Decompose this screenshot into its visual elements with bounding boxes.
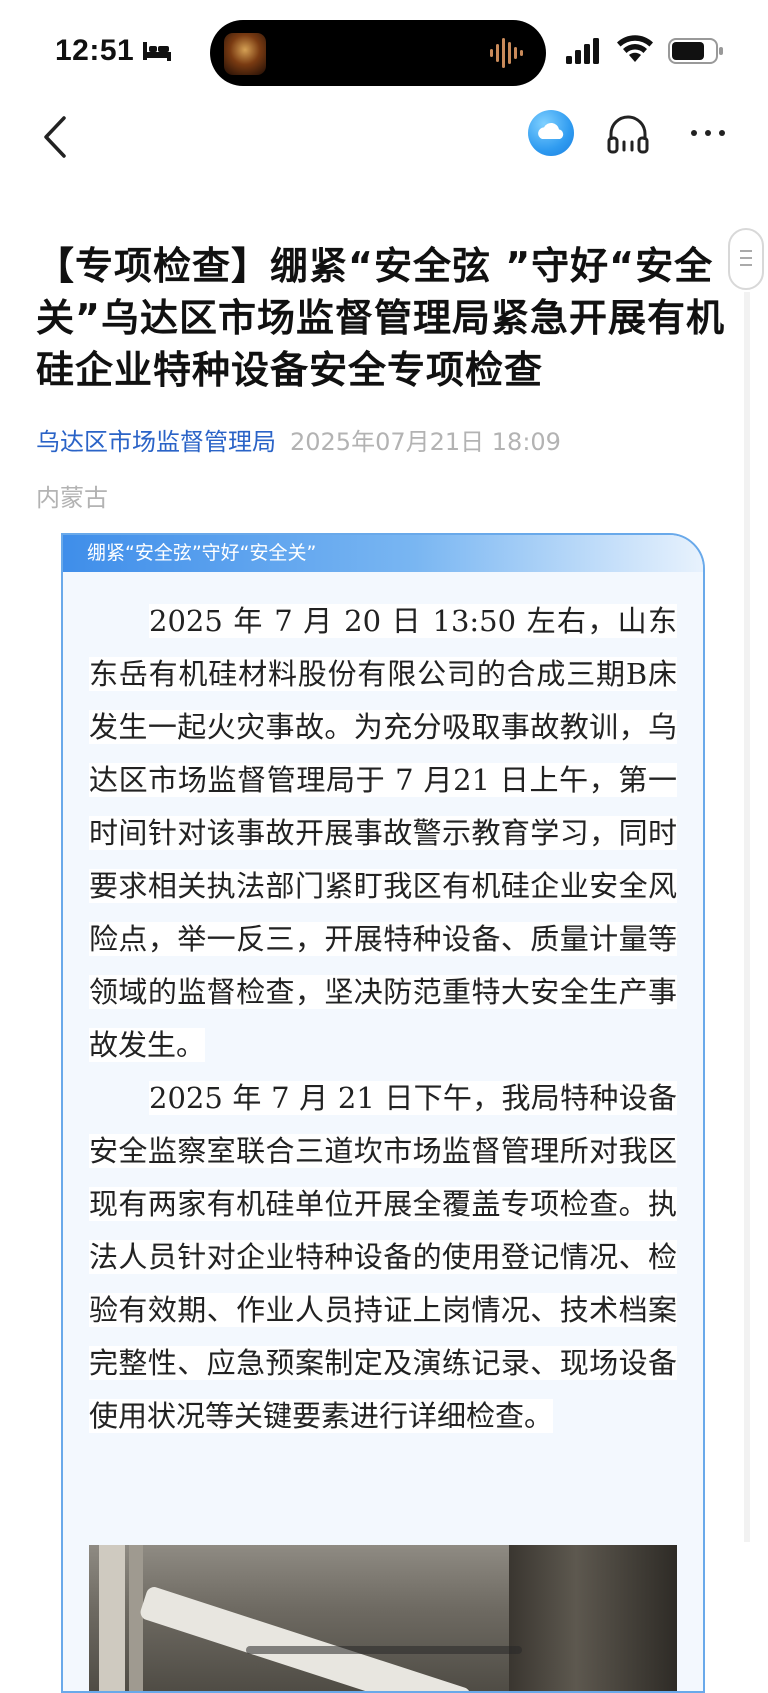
status-bar: 12:51 — [0, 0, 768, 100]
article-title: 【专项检查】绷紧“安全弦 ”守好“安全关”乌达区市场监督管理局紧急开展有机硅企业… — [36, 244, 725, 392]
wifi-icon — [617, 35, 653, 62]
article-meta: 乌达区市场监督管理局 2025年07月21日 18:09 — [36, 422, 561, 457]
paragraph: 2025 年 7 月 21 日下午，我局特种设备安全监察室联合三道坎市场监督管理… — [89, 1072, 677, 1443]
paragraph-text: 2025 年 7 月 20 日 13:50 左右，山东东岳有机硅材料股份有限公司… — [89, 604, 677, 1062]
now-playing-artwork — [224, 33, 266, 75]
photo-pipe — [138, 1585, 473, 1691]
photo-pipe — [99, 1545, 125, 1691]
headphone-icon[interactable] — [605, 110, 651, 156]
photo-structure — [509, 1545, 677, 1691]
paragraph: 2025 年 7 月 20 日 13:50 左右，山东东岳有机硅材料股份有限公司… — [89, 595, 677, 1072]
battery-icon — [668, 38, 723, 64]
photo-pipe — [129, 1545, 143, 1691]
cellular-signal-icon — [566, 38, 599, 64]
back-arrow-icon[interactable] — [38, 112, 72, 162]
cloud-glyph-icon — [538, 122, 564, 139]
home-indicator[interactable] — [246, 1646, 522, 1654]
status-time: 12:51 — [55, 34, 135, 67]
article-source-link[interactable]: 乌达区市场监督管理局 — [36, 428, 276, 456]
sleep-focus-icon — [143, 42, 171, 61]
scroll-handle[interactable] — [728, 228, 764, 290]
nav-bar — [0, 100, 768, 180]
paragraph-text: 2025 年 7 月 21 日下午，我局特种设备安全监察室联合三道坎市场监督管理… — [89, 1081, 677, 1433]
card-header: 绷紧“安全弦”守好“安全关” — [63, 535, 703, 572]
article-region: 内蒙古 — [36, 484, 108, 512]
article-photo[interactable] — [89, 1545, 677, 1691]
card-body: 2025 年 7 月 20 日 13:50 左右，山东东岳有机硅材料股份有限公司… — [89, 595, 677, 1443]
article-date: 2025年07月21日 18:09 — [290, 428, 561, 456]
content-card: 绷紧“安全弦”守好“安全关” 2025 年 7 月 20 日 13:50 左右，… — [61, 533, 705, 1693]
cloud-icon[interactable] — [528, 110, 574, 156]
dynamic-island[interactable] — [210, 20, 546, 86]
more-options-icon[interactable] — [688, 110, 728, 156]
audio-waveform-icon — [490, 38, 523, 68]
card-header-title: 绷紧“安全弦”守好“安全关” — [87, 542, 317, 564]
scroll-track — [744, 292, 750, 1542]
